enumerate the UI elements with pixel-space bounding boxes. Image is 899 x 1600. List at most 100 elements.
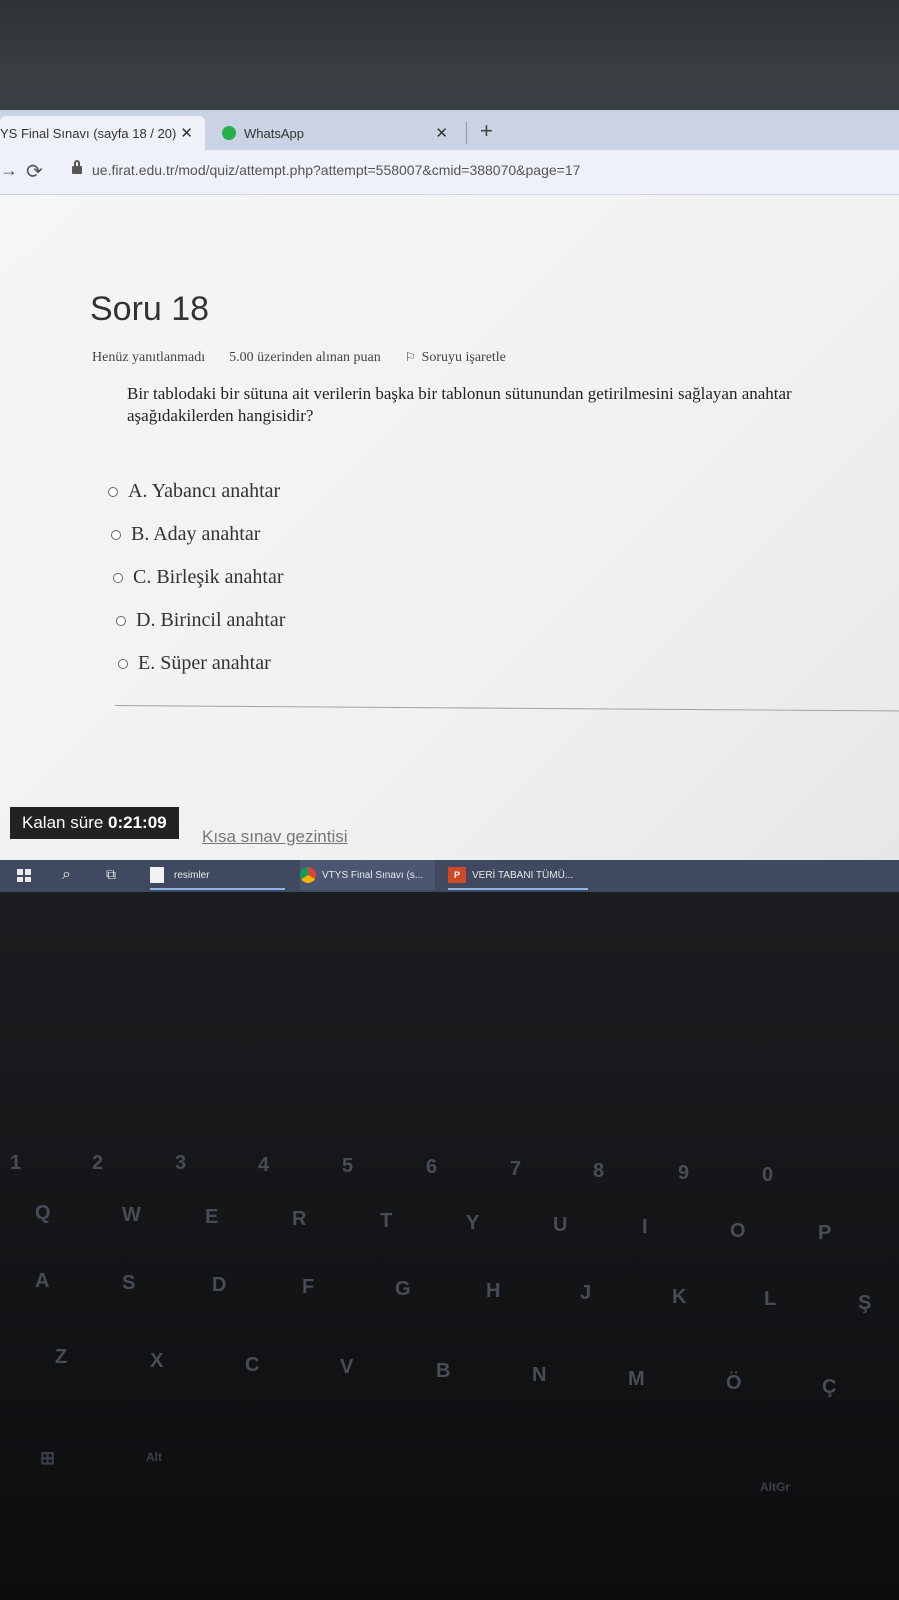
key: I [642, 1216, 648, 1238]
tab-whatsapp-label: WhatsApp [244, 125, 304, 141]
time-remaining: Kalan süre 0:21:09 [10, 807, 179, 839]
flag-question-link[interactable]: ⚐ Soruyu işaretle [405, 350, 506, 366]
key: J [580, 1282, 592, 1304]
quiz-navigation-link[interactable]: Kısa sınav gezintisi [202, 827, 348, 847]
option-b-label: B. Aday anahtar [131, 523, 261, 545]
option-c-radio[interactable] [113, 572, 123, 583]
key: E [205, 1206, 219, 1228]
search-icon[interactable]: ⌕ [62, 866, 71, 884]
key: S [122, 1272, 136, 1294]
answer-options: A. Yabancı anahtar B. Aday anahtar C. Bi… [108, 470, 285, 685]
option-e-label: E. Süper anahtar [138, 652, 271, 674]
key: Ç [822, 1376, 837, 1398]
option-a[interactable]: A. Yabancı anahtar [108, 470, 285, 513]
lock-icon [72, 160, 82, 174]
option-a-label: A. Yabancı anahtar [128, 480, 281, 502]
timer-value: 0:21:09 [108, 813, 167, 832]
key: Ş [858, 1292, 872, 1314]
key: C [245, 1354, 260, 1376]
powerpoint-icon: P [448, 867, 466, 883]
flag-icon: ⚐ [404, 350, 416, 364]
option-a-radio[interactable] [108, 486, 118, 497]
key: 1 [10, 1152, 22, 1174]
key: L [764, 1288, 777, 1310]
key: N [532, 1364, 547, 1386]
taskbar-item-label: resimler [174, 869, 210, 881]
key: X [150, 1350, 164, 1372]
url-field[interactable]: ue.firat.edu.tr/mod/quiz/attempt.php?att… [92, 162, 580, 178]
key: K [672, 1286, 687, 1308]
windows-taskbar: ⌕ ⧉ resimler VTYS Final Sınavı (s... P V… [0, 860, 899, 892]
browser-tab-bar: YS Final Sınavı (sayfa 18 / 20) ✕ WhatsA… [0, 110, 899, 150]
key: AltGr [760, 1480, 790, 1494]
key: W [122, 1204, 141, 1226]
windows-start-icon[interactable] [17, 869, 31, 882]
key: T [380, 1210, 393, 1232]
key: 7 [510, 1158, 522, 1180]
key: M [628, 1368, 645, 1390]
taskbar-item-label: VTYS Final Sınavı (s... [322, 869, 424, 881]
option-e[interactable]: E. Süper anahtar [118, 642, 285, 685]
key: Ö [726, 1372, 742, 1394]
key: D [212, 1274, 227, 1296]
key: 9 [678, 1162, 690, 1184]
option-c[interactable]: C. Birleşik anahtar [113, 556, 285, 599]
key: 0 [762, 1164, 774, 1186]
forward-icon[interactable]: → [0, 160, 18, 181]
tab-whatsapp-close-icon[interactable]: ✕ [435, 124, 448, 142]
flag-question-label: Soruyu işaretle [421, 350, 506, 365]
address-bar: → ⟳ ue.firat.edu.tr/mod/quiz/attempt.php… [0, 150, 899, 195]
option-d-label: D. Birincil anahtar [136, 609, 286, 631]
option-b-radio[interactable] [111, 529, 121, 540]
tab-whatsapp[interactable]: WhatsApp ✕ [210, 116, 460, 150]
key: 4 [258, 1154, 270, 1176]
key: 6 [426, 1156, 438, 1178]
question-title: Soru 18 [90, 290, 210, 328]
tab-separator [466, 122, 467, 144]
key: 3 [175, 1152, 187, 1174]
key: A [35, 1270, 50, 1292]
key: 5 [342, 1155, 354, 1177]
timer-label: Kalan süre [22, 813, 104, 832]
chrome-icon [300, 867, 316, 883]
new-tab-button[interactable]: + [480, 118, 493, 144]
key: G [395, 1278, 411, 1300]
key: R [292, 1208, 307, 1230]
option-d[interactable]: D. Birincil anahtar [116, 599, 285, 642]
key: Y [466, 1212, 480, 1234]
content-divider [114, 705, 899, 712]
key: 2 [92, 1152, 104, 1174]
taskbar-item-resimler[interactable]: resimler [150, 860, 285, 890]
question-text: Bir tablodaki bir sütuna ait verilerin b… [127, 384, 792, 425]
key: U [553, 1214, 568, 1236]
key: Z [55, 1346, 68, 1368]
key: V [340, 1356, 354, 1378]
taskbar-item-powerpoint[interactable]: P VERİ TABANI TÜMÜ... [448, 860, 588, 890]
key: O [730, 1220, 746, 1242]
whatsapp-icon [222, 126, 236, 140]
folder-icon [150, 867, 164, 883]
tab-quiz-label: YS Final Sınavı (sayfa 18 / 20) [0, 125, 177, 141]
option-e-radio[interactable] [118, 658, 128, 669]
key: Q [35, 1202, 51, 1224]
key: P [818, 1222, 832, 1244]
quiz-page: Soru 18 Henüz yanıtlanmadı 5.00 üzerinde… [0, 195, 899, 870]
key: H [486, 1280, 501, 1302]
tab-quiz[interactable]: YS Final Sınavı (sayfa 18 / 20) ✕ [0, 116, 205, 150]
key: F [302, 1276, 315, 1298]
key: B [436, 1360, 451, 1382]
option-c-label: C. Birleşik anahtar [133, 566, 284, 588]
question-meta: Henüz yanıtlanmadı 5.00 üzerinden alınan… [92, 350, 506, 366]
reload-icon[interactable]: ⟳ [26, 159, 43, 184]
option-b[interactable]: B. Aday anahtar [111, 513, 285, 556]
tab-quiz-close-icon[interactable]: ✕ [180, 124, 193, 142]
windows-key-icon: ⊞ [40, 1448, 56, 1468]
question-status: Henüz yanıtlanmadı [92, 350, 206, 365]
task-view-icon[interactable]: ⧉ [106, 866, 116, 883]
key: Alt [146, 1450, 162, 1464]
option-d-radio[interactable] [116, 615, 126, 626]
question-points: 5.00 üzerinden alınan puan [229, 350, 381, 365]
taskbar-item-chrome[interactable]: VTYS Final Sınavı (s... [300, 860, 435, 890]
taskbar-item-label: VERİ TABANI TÜMÜ... [472, 869, 574, 881]
key: 8 [593, 1160, 605, 1182]
